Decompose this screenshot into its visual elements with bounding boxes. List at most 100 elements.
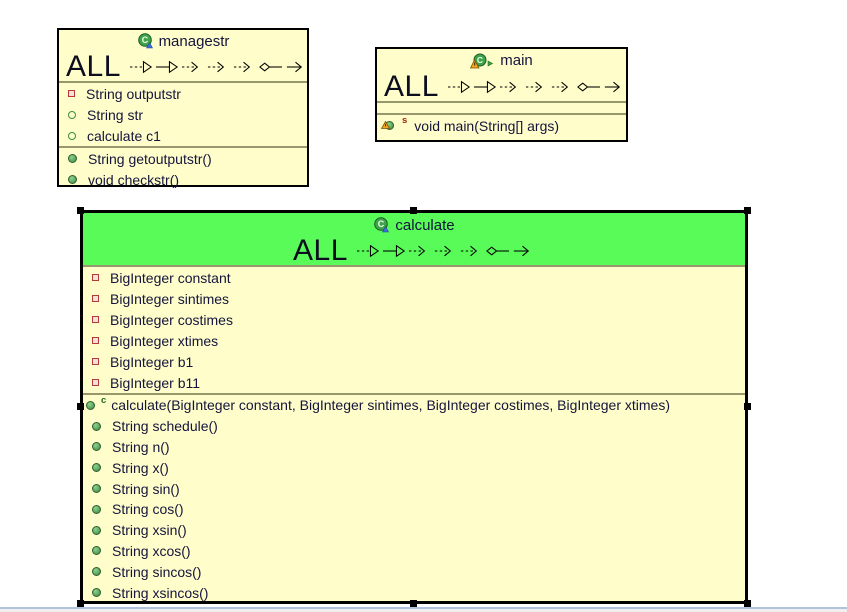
uml-canvas: { "palette": { "class_fill": "#FFFECB", … xyxy=(0,0,847,612)
method-row[interactable]: String sin() xyxy=(83,478,745,499)
method-text: String xsincos() xyxy=(112,584,209,601)
class-title: managestr xyxy=(158,32,230,50)
constructor-modifier-label: c xyxy=(101,395,107,406)
field-text: BigInteger costimes xyxy=(110,311,233,328)
class-header-main[interactable]: C main xyxy=(377,49,626,72)
field-row[interactable]: String str xyxy=(59,104,307,125)
field-row[interactable]: BigInteger xtimes xyxy=(83,330,745,351)
svg-text:C: C xyxy=(141,35,148,45)
public-method-icon xyxy=(92,484,101,494)
method-text: String schedule() xyxy=(112,418,218,435)
public-method-icon xyxy=(68,175,77,184)
field-row[interactable]: BigInteger costimes xyxy=(83,309,745,330)
field-text: BigInteger xtimes xyxy=(110,332,219,349)
method-row[interactable]: String xsin() xyxy=(83,520,745,541)
resize-handle-bottom-left[interactable] xyxy=(77,600,84,607)
method-text: void checkstr() xyxy=(88,171,180,188)
class-title: calculate xyxy=(395,216,455,234)
public-method-icon xyxy=(92,588,101,598)
resize-handle-top-left[interactable] xyxy=(77,207,84,214)
relation-filter-row[interactable]: ALL xyxy=(59,49,308,83)
all-relations-label: ALL xyxy=(66,49,121,83)
public-method-icon xyxy=(92,567,101,577)
public-method-icon xyxy=(92,525,101,535)
class-box-main[interactable]: C main ALL s void main(String[] args) xyxy=(375,47,628,142)
class-header-managestr[interactable]: C managestr xyxy=(59,30,307,52)
constructor-method-icon xyxy=(86,400,95,410)
method-text: String n() xyxy=(112,438,170,455)
field-text: String outputstr xyxy=(86,85,181,102)
private-field-icon xyxy=(68,90,75,97)
class-title: main xyxy=(500,52,533,69)
public-method-icon xyxy=(92,442,101,452)
field-text: BigInteger b11 xyxy=(110,374,201,391)
method-text: String sincos() xyxy=(112,563,202,580)
private-field-icon xyxy=(92,316,99,323)
class-icon: C xyxy=(137,33,153,49)
method-row[interactable]: String n() xyxy=(83,437,745,458)
field-row[interactable]: BigInteger sintimes xyxy=(83,288,745,309)
field-row[interactable]: BigInteger constant xyxy=(83,267,745,288)
class-header-calculate[interactable]: C calculate xyxy=(83,213,745,237)
method-row[interactable]: String getoutputstr() xyxy=(59,148,307,169)
method-text: String x() xyxy=(112,459,169,476)
field-row[interactable]: BigInteger b1 xyxy=(83,351,745,372)
constructor-row[interactable]: c calculate(BigInteger constant, BigInte… xyxy=(83,395,745,416)
resize-handle-top-middle[interactable] xyxy=(410,207,417,214)
all-relations-label: ALL xyxy=(384,69,439,103)
method-row[interactable]: String schedule() xyxy=(83,416,745,437)
method-text: String cos() xyxy=(112,501,184,518)
public-static-method-warning-icon xyxy=(380,120,394,130)
relation-filter-row[interactable]: ALL xyxy=(83,234,745,267)
private-field-icon xyxy=(92,337,99,344)
static-modifier-label: s xyxy=(402,115,408,126)
resize-handle-middle-left[interactable] xyxy=(77,403,84,410)
public-method-icon xyxy=(92,463,101,473)
resize-handle-top-right[interactable] xyxy=(744,207,751,214)
field-text: BigInteger constant xyxy=(110,269,231,286)
method-row[interactable]: String x() xyxy=(83,457,745,478)
public-method-icon xyxy=(92,546,101,556)
empty-fields-section xyxy=(377,103,626,113)
resize-handle-bottom-middle[interactable] xyxy=(410,600,417,607)
class-icon: C xyxy=(373,217,390,233)
class-box-managestr[interactable]: C managestr ALL String outputstr String … xyxy=(57,28,309,190)
field-row[interactable]: calculate c1 xyxy=(59,125,307,146)
relation-arrows-icon xyxy=(356,241,535,261)
private-field-icon xyxy=(92,358,99,365)
field-text: BigInteger b1 xyxy=(110,353,194,370)
method-row[interactable]: void checkstr() xyxy=(59,169,307,190)
field-text: calculate c1 xyxy=(87,127,161,144)
class-box-calculate[interactable]: C calculate ALL BigInteger constant BigI… xyxy=(77,207,751,607)
method-text: calculate(BigInteger constant, BigIntege… xyxy=(111,397,671,414)
method-row[interactable]: String xcos() xyxy=(83,541,745,562)
runnable-class-warning-icon: C xyxy=(470,53,494,69)
public-method-icon xyxy=(68,154,77,163)
field-row[interactable]: String outputstr xyxy=(59,83,307,104)
method-row[interactable]: String sincos() xyxy=(83,561,745,582)
method-row[interactable]: String cos() xyxy=(83,499,745,520)
all-relations-label: ALL xyxy=(293,234,348,267)
private-field-icon xyxy=(92,274,99,281)
relation-arrows-icon xyxy=(447,77,626,97)
field-text: String str xyxy=(87,106,144,123)
public-method-icon xyxy=(92,504,101,514)
method-row[interactable]: s void main(String[] args) xyxy=(377,115,626,136)
package-field-icon xyxy=(68,110,76,119)
resize-handle-bottom-right[interactable] xyxy=(744,600,751,607)
method-text: String getoutputstr() xyxy=(88,150,212,167)
method-text: String sin() xyxy=(112,480,180,497)
method-text: void main(String[] args) xyxy=(414,117,560,134)
field-row[interactable]: BigInteger b11 xyxy=(83,372,745,393)
method-text: String xcos() xyxy=(112,542,191,559)
public-method-icon xyxy=(92,421,101,431)
private-field-icon xyxy=(92,295,99,302)
method-text: String xsin() xyxy=(112,522,187,539)
relation-arrows-icon xyxy=(129,57,308,77)
svg-text:C: C xyxy=(477,55,483,65)
field-text: BigInteger sintimes xyxy=(110,290,230,307)
resize-handle-middle-right[interactable] xyxy=(744,403,751,410)
svg-text:C: C xyxy=(378,219,385,229)
private-field-icon xyxy=(92,379,99,386)
relation-filter-row[interactable]: ALL xyxy=(377,69,626,103)
